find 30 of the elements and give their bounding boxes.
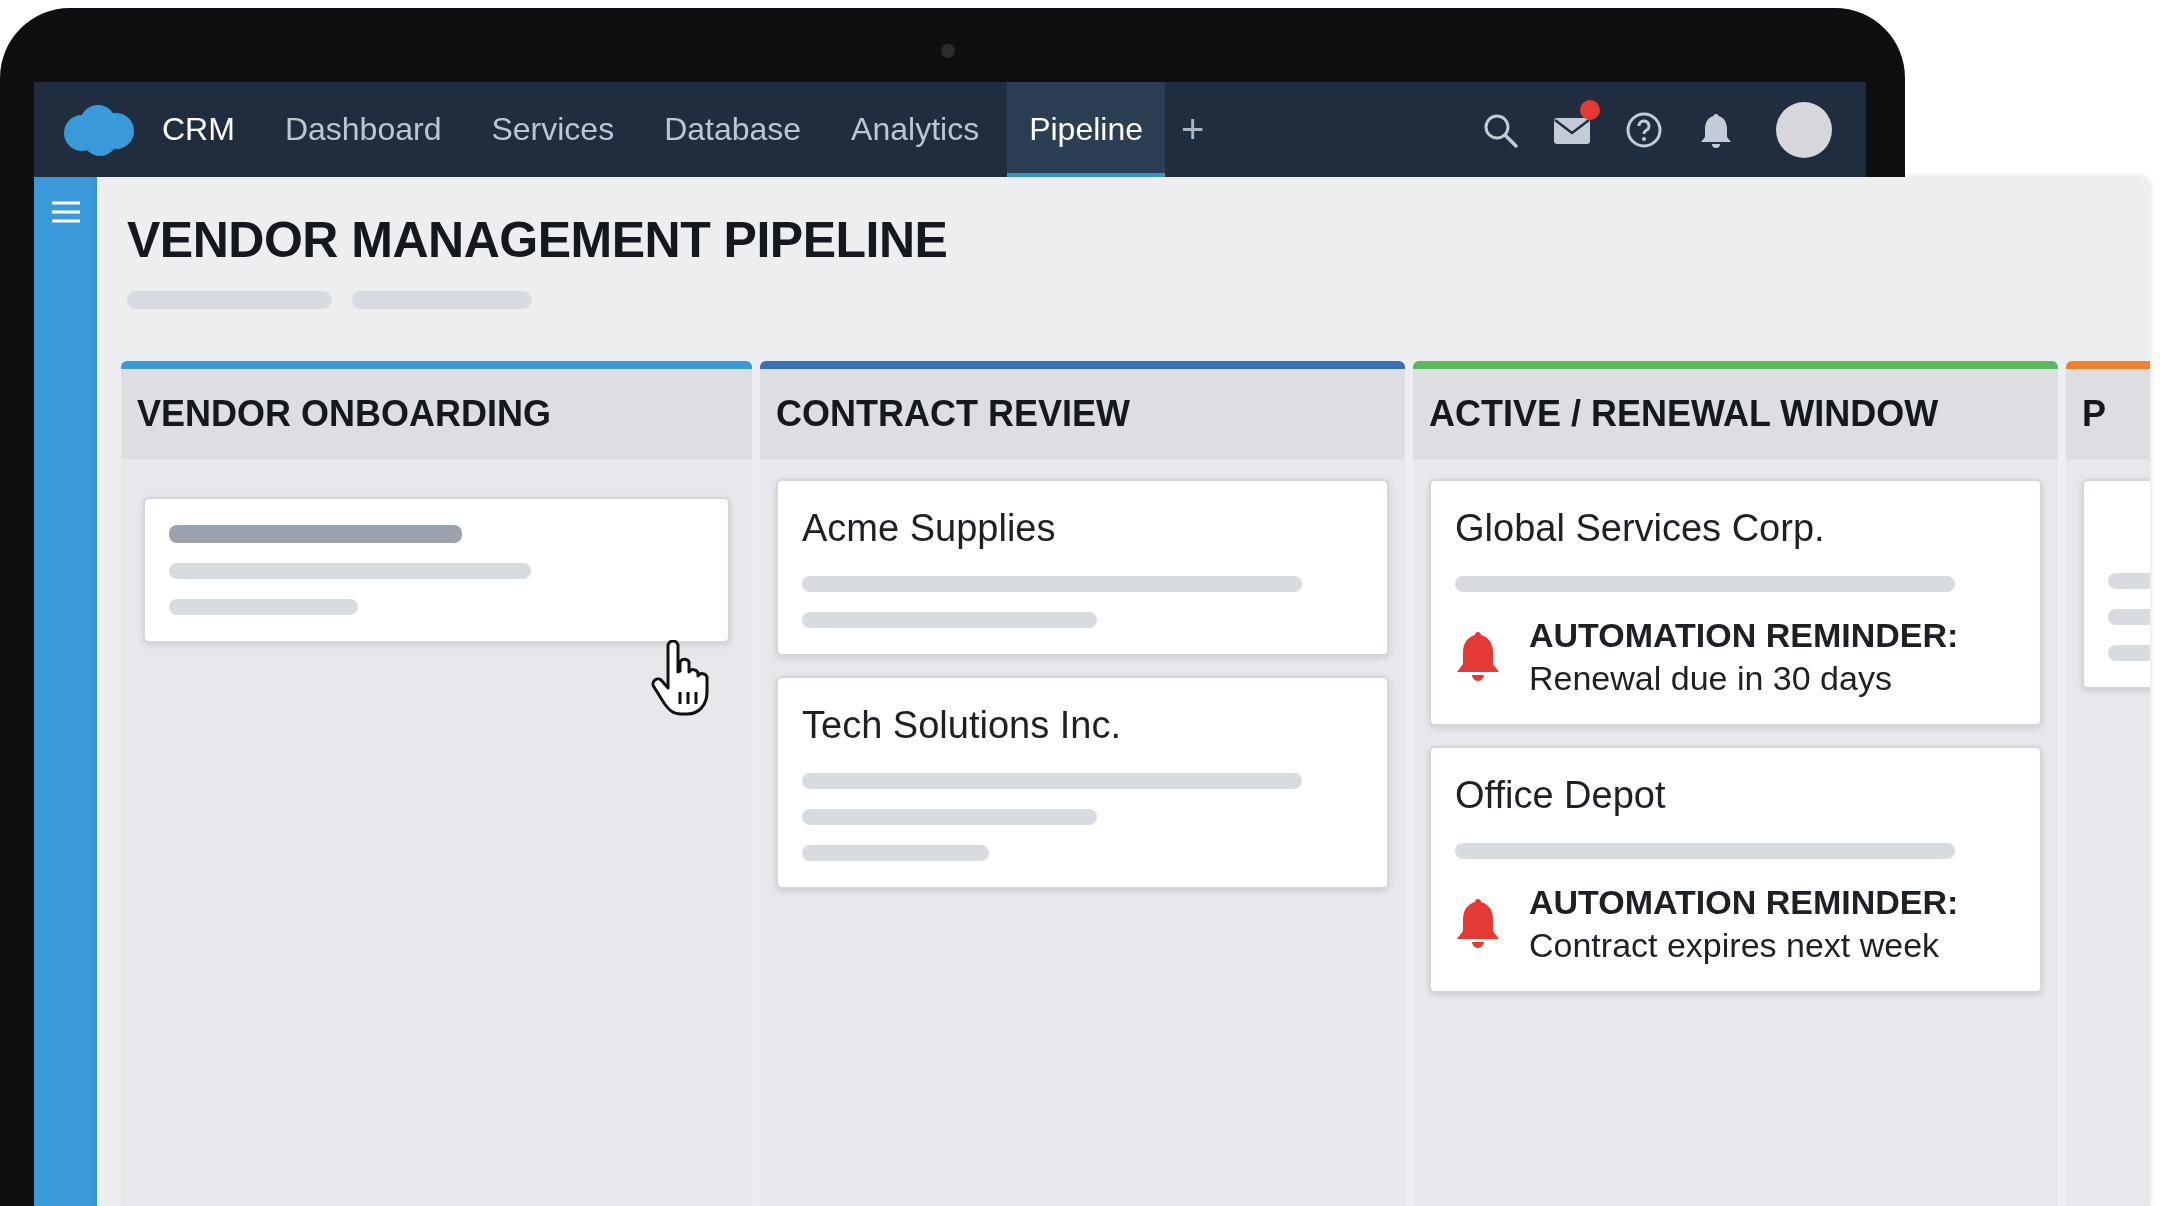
- nav-tab[interactable]: Pipeline: [1007, 82, 1165, 177]
- nav-tab[interactable]: Analytics: [829, 82, 1002, 177]
- vendor-card[interactable]: Office Depot AUTOMATION REMINDER: Contract expires next week: [1429, 746, 2042, 993]
- reminder-label: AUTOMATION REMINDER:: [1529, 616, 1959, 655]
- card-title: Acme Supplies: [802, 507, 1057, 550]
- column-header: CONTRACT REVIEW: [760, 369, 1405, 459]
- reminder-label: AUTOMATION REMINDER:: [1529, 883, 1959, 922]
- card-title: Global Services Corp.: [1455, 507, 1826, 550]
- vendor-card[interactable]: [143, 497, 730, 643]
- hand-cursor-icon: [650, 640, 712, 718]
- reminder-text: Contract expires next week: [1529, 926, 1941, 965]
- column-header: ACTIVE / RENEWAL WINDOW: [1413, 369, 2058, 459]
- card-title: Office Depot: [1455, 774, 1667, 817]
- bell-icon: [1455, 630, 1501, 682]
- card-title: Tech Solutions Inc.: [802, 704, 1122, 747]
- column-header: VENDOR ONBOARDING: [121, 369, 752, 459]
- add-tab-button[interactable]: +: [1181, 107, 1205, 152]
- menu-icon[interactable]: [49, 199, 82, 225]
- page-title: VENDOR MANAGEMENT PIPELINE: [127, 211, 949, 269]
- vendor-card[interactable]: Global Services Corp. AUTOMATION REMINDER: Renewal due in 30 days: [1429, 479, 2042, 726]
- brand-name: CRM: [162, 111, 235, 148]
- nav-tab[interactable]: Services: [469, 82, 637, 177]
- vendor-card[interactable]: Acme Supplies: [776, 479, 1389, 656]
- column-header: P: [2066, 369, 2150, 459]
- bell-icon: [1455, 897, 1501, 949]
- camera-dot: [941, 44, 955, 58]
- vendor-card[interactable]: Tech Solutions Inc.: [776, 676, 1389, 889]
- reminder-text: Renewal due in 30 days: [1529, 659, 1893, 698]
- nav-tab[interactable]: Database: [642, 82, 824, 177]
- nav-tab[interactable]: Dashboard: [262, 82, 464, 177]
